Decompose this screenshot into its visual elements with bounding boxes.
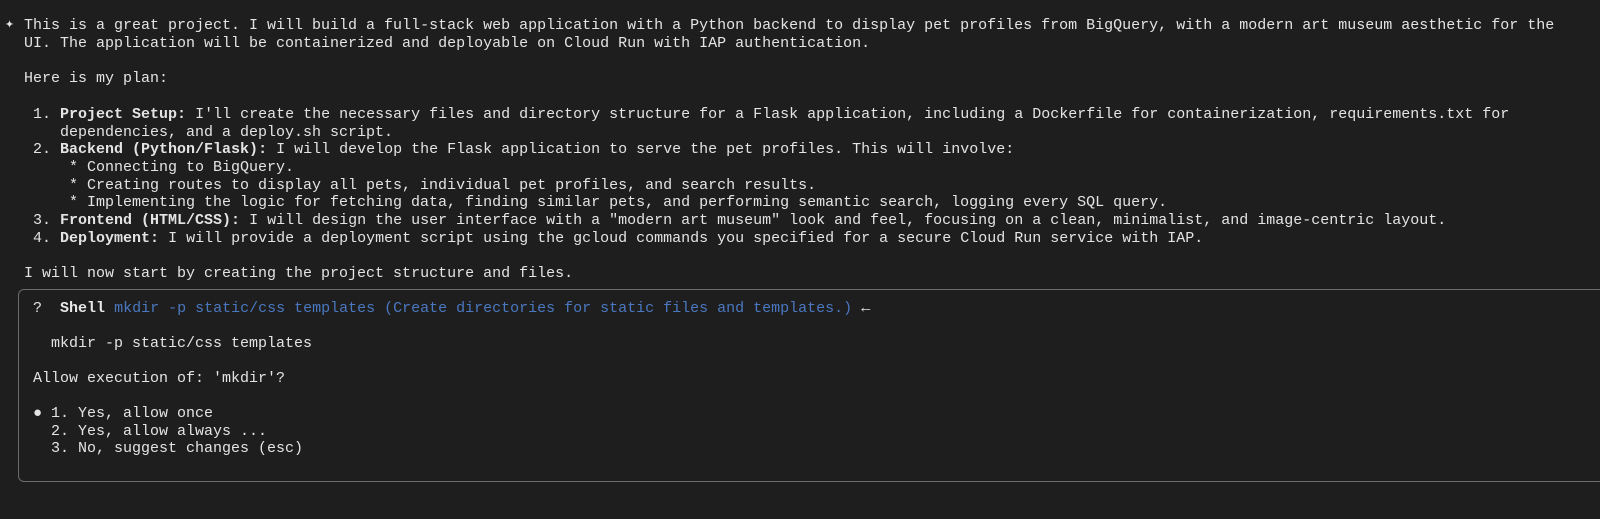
option-allow-always[interactable]: 2. Yes, allow always ...	[51, 423, 267, 441]
command-preview: mkdir -p static/css templates	[51, 335, 313, 352]
plan-heading: Here is my plan:	[24, 70, 169, 87]
plan-item-number: 3.	[33, 212, 52, 229]
plan-item-title: Backend (Python/Flask):	[60, 141, 268, 158]
plan-item-1-continuation: dependencies, and a deploy.sh script.	[60, 124, 394, 141]
option-label: 3. No, suggest changes (esc)	[51, 440, 304, 457]
status-question-icon: ?	[33, 300, 43, 317]
option-label: 2. Yes, allow always ...	[51, 423, 268, 440]
command-description: mkdir -p static/css templates (Create di…	[114, 300, 853, 317]
plan-item-text: I will develop the Flask application to …	[267, 141, 1015, 158]
plan-item-2: 2. Backend (Python/Flask): I will develo…	[33, 141, 1014, 159]
option-allow-once[interactable]: ● 1. Yes, allow once	[33, 405, 213, 423]
plan-item-text: I'll create the necessary files and dire…	[186, 106, 1510, 123]
tool-header: ? Shell mkdir -p static/css templates (C…	[33, 300, 870, 318]
plan-item-title: Deployment:	[60, 230, 160, 247]
plan-bullet: * Creating routes to display all pets, i…	[69, 177, 817, 194]
plan-bullet: * Connecting to BigQuery.	[69, 159, 295, 176]
plan-item-number: 4.	[33, 230, 52, 247]
intro-line-2: UI. The application will be containerize…	[24, 35, 871, 52]
arrow-left-icon: ←	[861, 300, 871, 317]
plan-item-text: I will provide a deployment script using…	[159, 230, 1204, 247]
plan-item-title: Frontend (HTML/CSS):	[60, 212, 241, 229]
tool-name: Shell	[60, 300, 106, 317]
plan-item-number: 1.	[33, 106, 52, 123]
permission-question: Allow execution of: 'mkdir'?	[33, 370, 286, 387]
sparkle-icon: ✦	[5, 16, 15, 33]
plan-bullet: * Implementing the logic for fetching da…	[69, 194, 1168, 211]
closing-text: I will now start by creating the project…	[24, 265, 574, 282]
plan-item-3: 3. Frontend (HTML/CSS): I will design th…	[33, 212, 1446, 230]
plan-item-4: 4. Deployment: I will provide a deployme…	[33, 230, 1203, 248]
option-label: 1. Yes, allow once	[51, 405, 214, 422]
plan-item-number: 2.	[33, 141, 52, 158]
option-suggest-changes[interactable]: 3. No, suggest changes (esc)	[51, 440, 303, 458]
selected-bullet-icon: ●	[33, 405, 43, 422]
plan-item-title: Project Setup:	[60, 106, 187, 123]
plan-item-text: I will design the user interface with a …	[240, 212, 1447, 229]
intro-line-1: This is a great project. I will build a …	[24, 17, 1555, 34]
plan-item-1: 1. Project Setup: I'll create the necess…	[33, 106, 1509, 124]
tool-confirmation-box: ? Shell mkdir -p static/css templates (C…	[18, 289, 1600, 482]
